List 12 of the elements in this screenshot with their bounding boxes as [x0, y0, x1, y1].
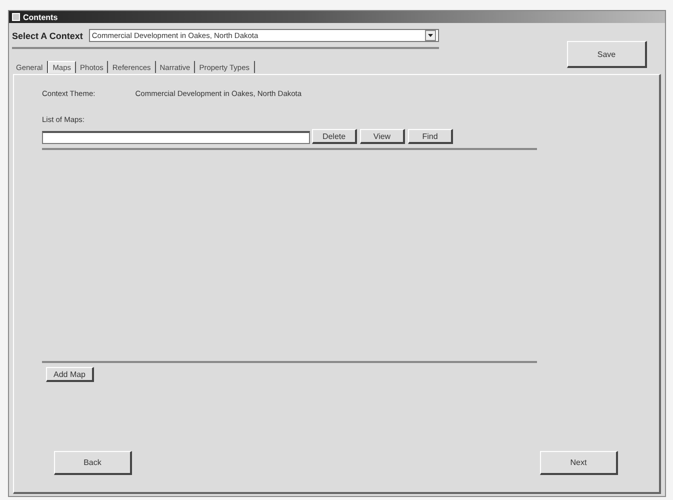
map-action-button[interactable]: View	[360, 129, 405, 144]
window-title: Contents	[23, 12, 58, 22]
next-button[interactable]: Next	[540, 451, 618, 475]
back-button[interactable]: Back	[54, 451, 132, 475]
context-label: Select A Context	[12, 30, 83, 40]
map-field[interactable]	[42, 131, 310, 144]
caret-icon	[425, 30, 436, 41]
add-map-button[interactable]: Add Map	[46, 367, 94, 382]
save-button[interactable]: Save	[567, 41, 647, 68]
map-action-button[interactable]: Delete	[312, 129, 357, 144]
map-action-button[interactable]: Find	[408, 129, 453, 144]
app-icon	[12, 13, 20, 21]
